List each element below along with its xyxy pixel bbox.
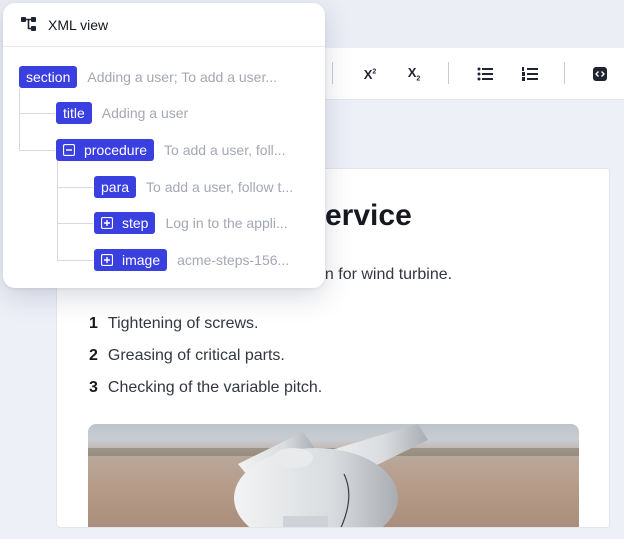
superscript-icon: X2 — [363, 66, 377, 82]
tree-connector — [19, 150, 55, 151]
list-item-text: Checking of the variable pitch. — [107, 379, 323, 396]
list-item[interactable]: 2 Greasing of critical parts. — [89, 347, 285, 365]
tree-connector — [57, 223, 93, 224]
toolbar-separator — [332, 62, 333, 84]
node-preview: To add a user, foll... — [164, 142, 286, 158]
collapse-icon[interactable] — [63, 144, 75, 156]
xml-node-step[interactable]: step Log in to the appli... — [94, 211, 288, 235]
source-code-button[interactable] — [593, 62, 607, 86]
expand-icon[interactable] — [101, 254, 113, 266]
tag-label: procedure — [84, 142, 148, 158]
list-number: 1 — [89, 315, 98, 332]
list-item-text: Greasing of critical parts. — [107, 347, 285, 364]
subscript-button[interactable]: X2 — [406, 62, 422, 86]
numbered-list-icon — [522, 67, 538, 81]
numbered-list-button[interactable] — [521, 62, 539, 86]
editor-toolbar: X2 X2 — [300, 48, 624, 100]
tree-connector — [19, 89, 20, 151]
xml-node-title[interactable]: title Adding a user — [56, 101, 188, 125]
list-number: 2 — [89, 347, 98, 364]
xml-node-procedure[interactable]: procedure To add a user, foll... — [56, 138, 285, 162]
node-preview: Log in to the appli... — [165, 215, 288, 231]
bulleted-list-button[interactable] — [476, 62, 494, 86]
wind-turbine-illustration — [234, 424, 428, 527]
element-tag[interactable]: step — [94, 212, 156, 234]
xml-view-header: XML view — [3, 3, 325, 47]
tree-connector — [57, 161, 58, 261]
code-icon — [593, 67, 607, 81]
toolbar-separator — [448, 62, 449, 84]
list-item[interactable]: 1 Tightening of screws. — [89, 315, 259, 333]
xml-view-panel: XML view section Adding a user; To add a… — [3, 3, 325, 288]
toolbar-separator — [564, 62, 565, 84]
node-preview: Adding a user; To add a user... — [87, 69, 278, 85]
element-tag[interactable]: para — [94, 176, 137, 198]
node-preview: Adding a user — [101, 105, 189, 121]
element-tag[interactable]: image — [94, 249, 168, 271]
wind-turbine-image[interactable] — [88, 424, 579, 527]
list-item-text: Tightening of screws. — [107, 315, 259, 332]
document-title[interactable]: ervice — [325, 199, 412, 233]
element-tag[interactable]: section — [19, 66, 78, 88]
bulleted-list-icon — [477, 67, 493, 81]
expand-icon[interactable] — [101, 217, 113, 229]
node-preview: To add a user, follow t... — [146, 179, 294, 195]
tree-connector — [57, 187, 93, 188]
list-item[interactable]: 3 Checking of the variable pitch. — [89, 379, 322, 397]
document-intro[interactable]: an for wind turbine. — [316, 266, 452, 284]
superscript-button[interactable]: X2 — [362, 62, 378, 86]
element-tag[interactable]: procedure — [56, 139, 155, 161]
xml-node-section[interactable]: section Adding a user; To add a user... — [19, 65, 277, 89]
tree-structure-icon — [21, 17, 36, 31]
tree-connector — [57, 260, 93, 261]
element-tag[interactable]: title — [56, 102, 92, 124]
subscript-icon: X2 — [407, 65, 421, 83]
tag-label: image — [122, 252, 161, 268]
xml-node-para[interactable]: para To add a user, follow t... — [94, 175, 293, 199]
xml-view-title: XML view — [48, 17, 109, 33]
tree-connector — [19, 113, 55, 114]
list-number: 3 — [89, 379, 98, 396]
tag-label: step — [122, 215, 149, 231]
xml-node-image[interactable]: image acme-steps-156... — [94, 248, 289, 272]
node-preview: acme-steps-156... — [177, 252, 290, 268]
